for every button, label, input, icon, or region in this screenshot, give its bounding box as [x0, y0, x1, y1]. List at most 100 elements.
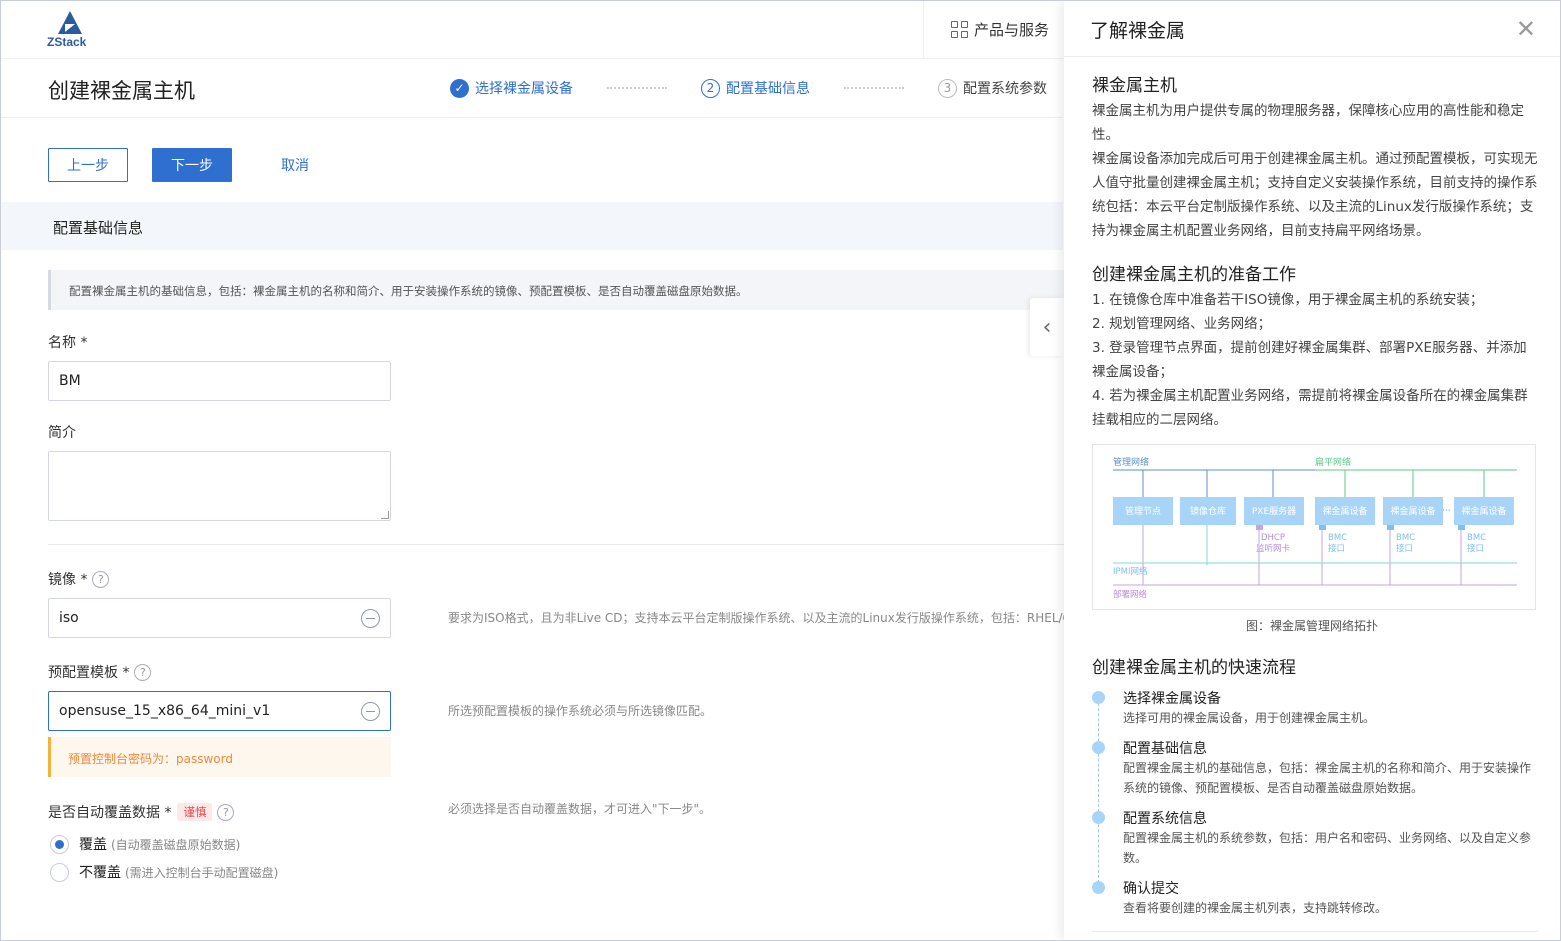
- option-sub: (自动覆盖磁盘原始数据): [111, 837, 241, 852]
- timeline-dot: [1092, 811, 1105, 824]
- node-label: 裸金属设备: [1390, 505, 1435, 517]
- next-button[interactable]: 下一步: [152, 148, 232, 182]
- overwrite-hint: 必须选择是否自动覆盖数据，才可进入"下一步"。: [448, 802, 712, 816]
- flow-step-desc: 查看将要创建的裸金属主机列表，支持跳转修改。: [1123, 901, 1388, 915]
- template-value: opensuse_15_x86_64_mini_v1: [59, 703, 271, 719]
- node-label: 裸金属设备: [1461, 505, 1506, 517]
- step-label: 配置系统参数: [963, 81, 1047, 97]
- network-topology-diagram: 管理网络 扁平网络 管理节点 镜像仓库 PXE服务器 裸金属设备 裸金属设备 裸…: [1092, 444, 1536, 610]
- flow-step-desc: 选择可用的裸金属设备，用于创建裸金属主机。: [1123, 711, 1376, 725]
- section-title: 配置基础信息: [53, 219, 144, 237]
- ipmi-net-label: IPMI网络: [1113, 566, 1148, 577]
- cancel-button[interactable]: 取消: [265, 148, 325, 182]
- remove-icon[interactable]: [361, 702, 380, 721]
- list-item: 2. 规划管理网络、业务网络；: [1092, 316, 1272, 332]
- form-divider: [48, 544, 1064, 545]
- list-item: 1. 在镜像仓库中准备若干ISO镜像，用于裸金属主机的系统安装；: [1092, 292, 1484, 308]
- step-number: 3: [938, 78, 957, 98]
- timeline-dot: [1092, 691, 1105, 704]
- header-divider: [923, 1, 924, 59]
- panel-section-title: 裸金属主机: [1092, 76, 1177, 96]
- step-system-params[interactable]: 3 配置系统参数: [938, 78, 1047, 98]
- name-label: 名称 *: [48, 335, 88, 351]
- collapse-panel-tab[interactable]: ‹: [1030, 298, 1064, 356]
- timeline-dot: [1092, 881, 1105, 894]
- flow-step-title: 选择裸金属设备: [1123, 691, 1221, 707]
- bmc-label: 接口: [1396, 543, 1413, 554]
- paragraph: 裸金属设备添加完成后可用于创建裸金属主机。通过预配置模板，可实现无人值守批量创建…: [1092, 151, 1538, 239]
- prep-list: 1. 在镜像仓库中准备若干ISO镜像，用于裸金属主机的系统安装； 2. 规划管理…: [1092, 288, 1540, 432]
- timeline-dot: [1092, 741, 1105, 754]
- desc-textarea[interactable]: [48, 451, 391, 521]
- bmc-label: BMC: [1328, 533, 1347, 543]
- dhcp-label: 监听网卡: [1256, 543, 1291, 554]
- option-label: 覆盖: [79, 837, 107, 853]
- flat-net-label: 扁平网络: [1315, 456, 1351, 468]
- warning-box: 预置控制台密码为：password: [48, 737, 391, 777]
- deploy-net-label: 部署网络: [1113, 589, 1148, 600]
- help-panel: 了解裸金属 ✕ 裸金属主机 裸金属主机为用户提供专属的物理服务器，保障核心应用的…: [1064, 1, 1560, 940]
- help-icon[interactable]: ?: [134, 663, 152, 681]
- check-icon: ✓: [450, 78, 469, 98]
- panel-header: 了解裸金属 ✕: [1064, 1, 1560, 57]
- list-item: 3. 登录管理节点界面，提前创建好裸金属集群、部署PXE服务器、并添加裸金属设备…: [1092, 340, 1527, 380]
- header-divider: [1, 117, 1063, 118]
- caution-badge: 谨慎: [177, 803, 213, 821]
- close-icon[interactable]: ✕: [1516, 15, 1536, 43]
- step-label: 选择裸金属设备: [475, 81, 573, 97]
- mgmt-net-label: 管理网络: [1113, 456, 1149, 468]
- flow-step-desc: 配置裸金属主机的系统参数，包括：用户名和密码、业务网络、以及自定义参数。: [1123, 831, 1532, 865]
- panel-section-text: 裸金属主机为用户提供专属的物理服务器，保障核心应用的高性能和稳定性。 裸金属设备…: [1092, 99, 1540, 243]
- template-label: 预配置模板 *: [48, 665, 130, 681]
- logo-icon: [58, 11, 82, 34]
- logo-text: ZStack: [47, 35, 87, 49]
- name-input[interactable]: BM: [48, 361, 391, 401]
- help-icon[interactable]: ?: [92, 570, 110, 588]
- option-sub: (需进入控制台手动配置磁盘): [125, 865, 279, 880]
- template-select[interactable]: opensuse_15_x86_64_mini_v1: [48, 691, 391, 731]
- node-label: PXE服务器: [1252, 505, 1296, 517]
- products-menu[interactable]: 产品与服务: [951, 19, 1049, 40]
- bmc-label: 接口: [1467, 543, 1484, 554]
- ellipsis: ···: [1442, 506, 1451, 516]
- radio-no-overwrite[interactable]: 不覆盖 (需进入控制台手动配置磁盘): [50, 862, 278, 882]
- flow-step-title: 确认提交: [1123, 881, 1179, 897]
- info-text: 配置裸金属主机的基础信息，包括：裸金属主机的名称和简介、用于安装操作系统的镜像、…: [69, 284, 748, 298]
- radio-overwrite[interactable]: 覆盖 (自动覆盖磁盘原始数据): [50, 834, 240, 854]
- remove-icon[interactable]: [361, 609, 380, 628]
- desc-label: 简介: [48, 425, 76, 441]
- image-select[interactable]: iso: [48, 598, 391, 638]
- node-label: 镜像仓库: [1190, 505, 1226, 517]
- radio-button[interactable]: [50, 834, 69, 854]
- option-label: 不覆盖: [79, 865, 121, 881]
- image-value: iso: [59, 610, 79, 626]
- node-label: 管理节点: [1125, 505, 1161, 517]
- template-hint: 所选预配置模板的操作系统必须与所选镜像匹配。: [448, 704, 713, 718]
- name-value: BM: [59, 373, 81, 389]
- section-header: 配置基础信息: [1, 202, 1063, 250]
- template-label-row: 预配置模板 * ?: [48, 662, 152, 682]
- products-label: 产品与服务: [974, 21, 1050, 39]
- step-select-device[interactable]: ✓ 选择裸金属设备: [450, 78, 573, 98]
- step-basic-info[interactable]: 2 配置基础信息: [701, 78, 810, 98]
- step-connector: [607, 87, 667, 89]
- bmc-label: BMC: [1396, 533, 1415, 543]
- help-icon[interactable]: ?: [217, 803, 235, 821]
- image-hint: 要求为ISO格式，且为非Live CD；支持本云平台定制版操作系统、以及主流的L…: [448, 611, 1071, 625]
- info-box: 配置裸金属主机的基础信息，包括：裸金属主机的名称和简介、用于安装操作系统的镜像、…: [48, 270, 1064, 310]
- step-connector: [844, 87, 904, 89]
- radio-button[interactable]: [50, 862, 69, 882]
- panel-section-title: 创建裸金属主机的准备工作: [1092, 265, 1296, 285]
- zstack-logo[interactable]: ZStack: [47, 10, 93, 50]
- prev-button[interactable]: 上一步: [48, 148, 128, 182]
- top-bar: ZStack 产品与服务: [1, 1, 1063, 59]
- panel-divider: [1092, 931, 1538, 932]
- diagram-caption: 图：裸金属管理网络拓扑: [1245, 619, 1378, 633]
- image-label: 镜像 *: [48, 572, 88, 588]
- wizard-steps: ✓ 选择裸金属设备 2 配置基础信息 3 配置系统参数: [450, 76, 1047, 100]
- overwrite-label: 是否自动覆盖数据 *: [48, 805, 172, 821]
- overwrite-label-row: 是否自动覆盖数据 * 谨慎 ?: [48, 802, 235, 822]
- topology-svg: 管理网络 扁平网络 管理节点 镜像仓库 PXE服务器 裸金属设备 裸金属设备 裸…: [1113, 456, 1517, 600]
- resize-handle[interactable]: [381, 511, 389, 519]
- flow-step-desc: 配置裸金属主机的基础信息，包括：裸金属主机的名称和简介、用于安装操作系统的镜像、…: [1123, 761, 1532, 795]
